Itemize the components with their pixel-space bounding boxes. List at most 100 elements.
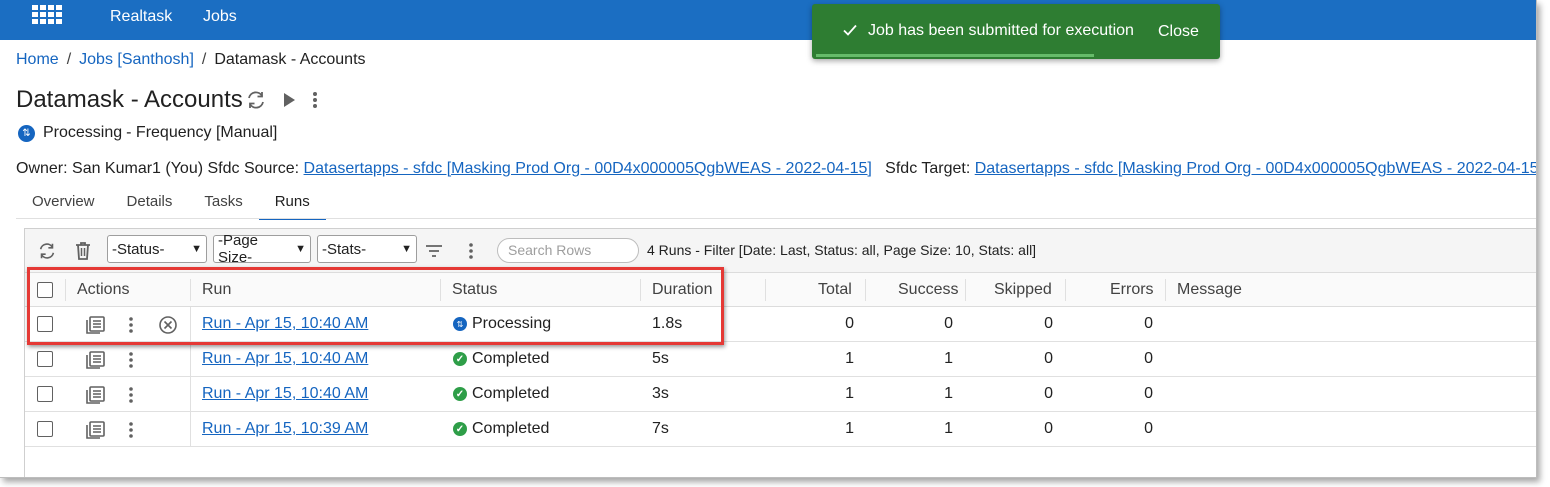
trash-icon[interactable]: [73, 241, 93, 261]
run-skipped: 0: [1044, 350, 1053, 367]
column-divider: [65, 279, 66, 301]
log-list-icon[interactable]: [85, 386, 105, 404]
run-link[interactable]: Run - Apr 15, 10:40 AM: [202, 350, 368, 368]
tab-runs[interactable]: Runs: [258, 190, 326, 220]
run-status: ✓ Completed: [453, 385, 549, 403]
toast-progress-bar: [816, 54, 1094, 57]
search-input[interactable]: Search Rows: [497, 238, 639, 263]
run-status-label: Completed: [472, 350, 550, 367]
run-total: 1: [845, 420, 854, 437]
run-status: ✓ Completed: [453, 350, 549, 368]
row-checkbox[interactable]: [37, 421, 53, 437]
run-duration: 1.8s: [652, 315, 683, 332]
log-list-icon[interactable]: [85, 316, 105, 334]
run-skipped: 0: [1044, 385, 1053, 402]
job-status-line: ⇅ Processing - Frequency [Manual]: [18, 124, 277, 142]
header-errors[interactable]: Errors: [1110, 281, 1154, 299]
run-link[interactable]: Run - Apr 15, 10:39 AM: [202, 420, 368, 438]
run-success: 1: [944, 350, 953, 367]
job-status: Processing: [43, 124, 123, 141]
table-header: Actions Run Status Duration Total Succes…: [25, 273, 1536, 307]
table-row: Run - Apr 15, 10:40 AM ⇅ Processing 1.8s …: [25, 307, 1536, 342]
run-success: 1: [944, 420, 953, 437]
chevron-down-icon: ▼: [295, 243, 306, 255]
header-run[interactable]: Run: [202, 281, 231, 299]
column-divider: [640, 279, 641, 301]
filter-lines-icon[interactable]: [424, 241, 444, 261]
more-vertical-icon[interactable]: [127, 351, 135, 369]
header-message[interactable]: Message: [1177, 281, 1242, 299]
status-select-value: -Status-: [112, 240, 165, 258]
run-errors: 0: [1144, 420, 1153, 437]
run-status: ✓ Completed: [453, 420, 549, 438]
source-link[interactable]: Datasertapps - sfdc [Masking Prod Org - …: [304, 160, 872, 177]
run-link[interactable]: Run - Apr 15, 10:40 AM: [202, 315, 368, 333]
run-duration: 5s: [652, 350, 669, 367]
chevron-down-icon: ▼: [401, 243, 412, 255]
header-status[interactable]: Status: [452, 281, 497, 299]
tab-bar: Overview Details Tasks Runs: [16, 190, 326, 220]
run-status-label: Completed: [472, 420, 550, 437]
toast-close-button[interactable]: Close: [1158, 23, 1199, 41]
nav-jobs[interactable]: Jobs: [203, 8, 237, 26]
page-title: Datamask - Accounts: [16, 86, 243, 113]
run-errors: 0: [1144, 385, 1153, 402]
run-status: ⇅ Processing: [453, 315, 551, 333]
more-vertical-icon[interactable]: [311, 90, 319, 110]
table-row: Run - Apr 15, 10:39 AM ✓ Completed 7s 1 1…: [25, 412, 1536, 447]
breadcrumb-separator: /: [66, 51, 72, 68]
refresh-icon[interactable]: [245, 90, 267, 110]
row-checkbox[interactable]: [37, 386, 53, 402]
run-success: 1: [944, 385, 953, 402]
status-select[interactable]: -Status- ▼: [107, 235, 207, 263]
play-icon[interactable]: [281, 91, 297, 109]
breadcrumb-home[interactable]: Home: [16, 51, 59, 68]
column-divider: [190, 377, 191, 412]
stats-select[interactable]: -Stats- ▼: [317, 235, 417, 263]
select-all-checkbox[interactable]: [37, 282, 53, 298]
log-list-icon[interactable]: [85, 421, 105, 439]
header-duration[interactable]: Duration: [652, 281, 712, 299]
nav-realtask[interactable]: Realtask: [110, 8, 172, 26]
owner-source-label: Owner: San Kumar1 (You) Sfdc Source:: [16, 160, 304, 177]
run-success: 0: [944, 315, 953, 332]
run-skipped: 0: [1044, 315, 1053, 332]
breadcrumb: Home / Jobs [Santhosh] / Datamask - Accounts: [16, 51, 366, 69]
breadcrumb-jobs[interactable]: Jobs [Santhosh]: [79, 51, 194, 68]
more-vertical-icon[interactable]: [127, 421, 135, 439]
log-list-icon[interactable]: [85, 351, 105, 369]
cancel-circle-icon[interactable]: [158, 315, 178, 335]
header-success[interactable]: Success: [898, 281, 958, 299]
run-duration: 3s: [652, 385, 669, 402]
column-divider: [965, 279, 966, 301]
header-total[interactable]: Total: [818, 281, 852, 299]
more-vertical-icon[interactable]: [127, 386, 135, 404]
stats-select-value: -Stats-: [322, 240, 367, 258]
tab-tasks[interactable]: Tasks: [188, 190, 258, 220]
header-skipped[interactable]: Skipped: [994, 281, 1052, 299]
run-link[interactable]: Run - Apr 15, 10:40 AM: [202, 385, 368, 403]
processing-icon: ⇅: [453, 317, 467, 331]
column-divider: [865, 279, 866, 301]
more-vertical-icon[interactable]: [127, 316, 135, 334]
runs-panel: -Status- ▼ -Page Size- ▼ -Stats- ▼ Search R…: [24, 228, 1536, 477]
grid-apps-icon[interactable]: [32, 5, 64, 31]
more-vertical-icon[interactable]: [461, 241, 481, 261]
run-errors: 0: [1144, 350, 1153, 367]
column-divider: [1065, 279, 1066, 301]
column-divider: [765, 279, 766, 301]
header-actions: Actions: [77, 281, 130, 298]
target-link[interactable]: Datasertapps - sfdc [Masking Prod Org - …: [975, 160, 1536, 177]
title-actions: [245, 90, 319, 110]
run-status-label: Processing: [472, 315, 552, 332]
column-divider: [190, 307, 191, 342]
row-checkbox[interactable]: [37, 351, 53, 367]
row-checkbox[interactable]: [37, 316, 53, 332]
column-divider: [1165, 279, 1166, 301]
column-divider: [190, 342, 191, 377]
check-icon: [843, 24, 857, 36]
tab-details[interactable]: Details: [111, 190, 189, 220]
tab-overview[interactable]: Overview: [16, 190, 111, 220]
page-size-select[interactable]: -Page Size- ▼: [213, 232, 311, 266]
refresh-icon[interactable]: [37, 241, 57, 261]
